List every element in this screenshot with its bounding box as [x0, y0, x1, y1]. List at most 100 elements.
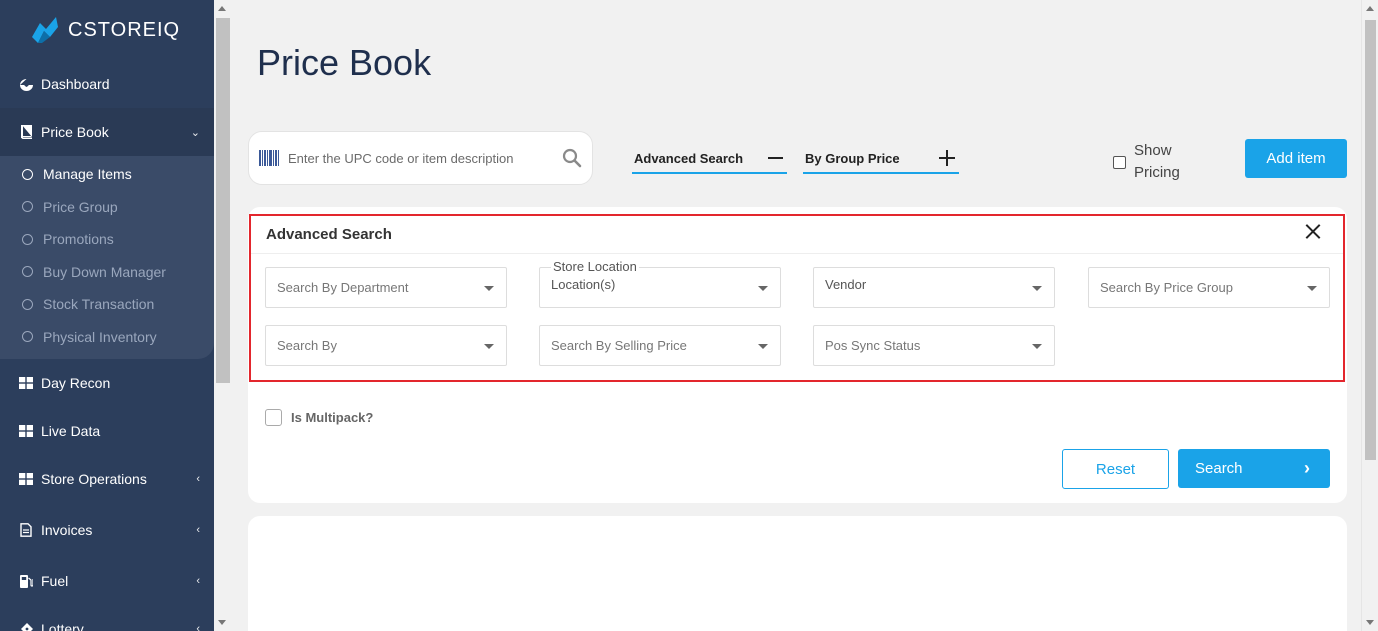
sub-item-manage-items[interactable]: Manage Items — [0, 158, 214, 191]
scroll-up-icon[interactable] — [1366, 6, 1374, 11]
upc-search-input[interactable] — [288, 150, 563, 166]
chevron-left-icon: ‹ — [196, 473, 200, 485]
sub-item-promotions[interactable]: Promotions — [0, 223, 214, 256]
advanced-search-header: Advanced Search — [251, 216, 1343, 254]
circle-icon — [22, 266, 33, 278]
sidebar-item-day-recon[interactable]: Day Recon — [0, 359, 214, 407]
sidebar-item-fuel[interactable]: Fuel ‹ — [0, 557, 214, 605]
search-icon[interactable] — [562, 148, 582, 168]
brand-name: CSTOREIQ — [68, 18, 181, 41]
sub-item-label: Promotions — [43, 231, 114, 248]
scroll-down-icon[interactable] — [218, 620, 226, 625]
pos-sync-status-select-text: Pos Sync Status — [825, 338, 921, 353]
sub-item-price-group[interactable]: Price Group — [0, 191, 214, 224]
sub-item-buy-down-manager[interactable]: Buy Down Manager — [0, 256, 214, 289]
sidebar-item-label: Invoices — [41, 522, 93, 538]
chevron-left-icon: ‹ — [196, 575, 200, 587]
scroll-thumb[interactable] — [1365, 20, 1376, 460]
page-scrollbar[interactable] — [1361, 0, 1378, 631]
vendor-select[interactable]: Vendor — [813, 267, 1055, 308]
scroll-up-icon[interactable] — [218, 6, 226, 11]
caret-down-icon — [484, 286, 494, 291]
item-search-box — [248, 131, 593, 185]
sub-item-label: Buy Down Manager — [43, 263, 166, 280]
sub-item-label: Stock Transaction — [43, 296, 155, 313]
show-pricing-checkbox[interactable] — [1113, 155, 1126, 169]
group-price-toggle[interactable]: By Group Price — [803, 144, 959, 174]
sub-item-label: Price Group — [43, 198, 118, 215]
sidebar-item-price-book[interactable]: Price Book ⌄ — [0, 108, 214, 156]
sub-item-stock-transaction[interactable]: Stock Transaction — [0, 288, 214, 321]
reset-button[interactable]: Reset — [1062, 449, 1169, 489]
sub-item-label: Physical Inventory — [43, 328, 157, 345]
caret-down-icon — [758, 286, 768, 291]
grid-icon — [18, 424, 34, 438]
results-panel — [248, 516, 1347, 631]
sub-item-label: Manage Items — [43, 166, 132, 183]
barcode-icon — [259, 150, 279, 166]
close-icon[interactable] — [1305, 224, 1321, 240]
sidebar-scrollbar[interactable] — [214, 0, 232, 631]
advanced-search-toggle[interactable]: Advanced Search — [632, 144, 787, 174]
grid-icon — [18, 472, 34, 486]
sidebar-item-label: Dashboard — [41, 76, 110, 92]
scroll-down-icon[interactable] — [1366, 620, 1374, 625]
price-group-select-text: Search By Price Group — [1100, 280, 1233, 295]
vendor-select-text: Vendor — [825, 277, 867, 292]
chevron-down-icon: ⌄ — [190, 126, 200, 139]
store-location-label: Store Location — [551, 259, 639, 274]
advanced-search-title: Advanced Search — [266, 226, 392, 243]
department-select[interactable]: Search By Department — [265, 267, 507, 308]
minus-icon — [768, 157, 783, 159]
caret-down-icon — [1032, 286, 1042, 291]
circle-icon — [22, 331, 33, 343]
fuel-icon — [18, 574, 34, 588]
add-item-button[interactable]: Add item — [1245, 139, 1347, 178]
document-icon — [18, 523, 34, 537]
caret-down-icon — [1307, 286, 1317, 291]
sidebar-item-lottery[interactable]: Lottery ‹ — [0, 605, 214, 631]
sidebar-item-live-data[interactable]: Live Data — [0, 407, 214, 455]
chevron-left-icon: ‹ — [196, 524, 200, 536]
selling-price-select[interactable]: Search By Selling Price — [539, 325, 781, 366]
advanced-search-toggle-label: Advanced Search — [634, 150, 744, 166]
group-price-toggle-label: By Group Price — [805, 150, 900, 166]
circle-icon — [22, 298, 33, 310]
sidebar-item-label: Price Book — [41, 124, 109, 140]
sidebar-item-label: Day Recon — [41, 375, 111, 391]
sidebar-item-dashboard[interactable]: Dashboard — [0, 60, 214, 108]
brand-logo[interactable]: CSTOREIQ — [0, 0, 214, 60]
sidebar-item-label: Lottery — [41, 621, 84, 631]
show-pricing-option: Show Pricing — [1113, 140, 1194, 184]
pos-sync-status-select[interactable]: Pos Sync Status — [813, 325, 1055, 366]
scroll-thumb[interactable] — [216, 18, 230, 383]
chevron-left-icon: ‹ — [196, 623, 200, 631]
price-group-select[interactable]: Search By Price Group — [1088, 267, 1330, 308]
sidebar-item-label: Live Data — [41, 423, 101, 439]
show-pricing-label: Show Pricing — [1134, 142, 1180, 181]
sub-item-physical-inventory[interactable]: Physical Inventory — [0, 321, 214, 354]
grid-icon — [18, 376, 34, 390]
book-icon — [18, 125, 34, 139]
ticket-icon — [18, 622, 34, 631]
multipack-checkbox[interactable] — [265, 409, 282, 426]
sidebar-item-invoices[interactable]: Invoices ‹ — [0, 503, 214, 557]
selling-price-select-text: Search By Selling Price — [551, 338, 687, 353]
search-by-select-text: Search By — [277, 338, 337, 353]
plus-icon — [939, 150, 955, 166]
search-button-label: Search — [1195, 460, 1243, 477]
sidebar: CSTOREIQ Dashboard Price Book ⌄ Manage I… — [0, 0, 214, 631]
caret-down-icon — [758, 344, 768, 349]
multipack-option: Is Multipack? — [265, 409, 373, 426]
caret-down-icon — [1032, 344, 1042, 349]
sidebar-item-label: Store Operations — [41, 471, 147, 487]
caret-down-icon — [484, 344, 494, 349]
multipack-label: Is Multipack? — [291, 410, 374, 425]
circle-icon — [22, 201, 33, 213]
search-by-select[interactable]: Search By — [265, 325, 507, 366]
page-title: Price Book — [257, 42, 432, 83]
sidebar-item-store-operations[interactable]: Store Operations ‹ — [0, 455, 214, 503]
circle-icon — [22, 168, 33, 180]
logo-icon — [32, 17, 58, 43]
search-button[interactable]: Search › — [1178, 449, 1330, 488]
